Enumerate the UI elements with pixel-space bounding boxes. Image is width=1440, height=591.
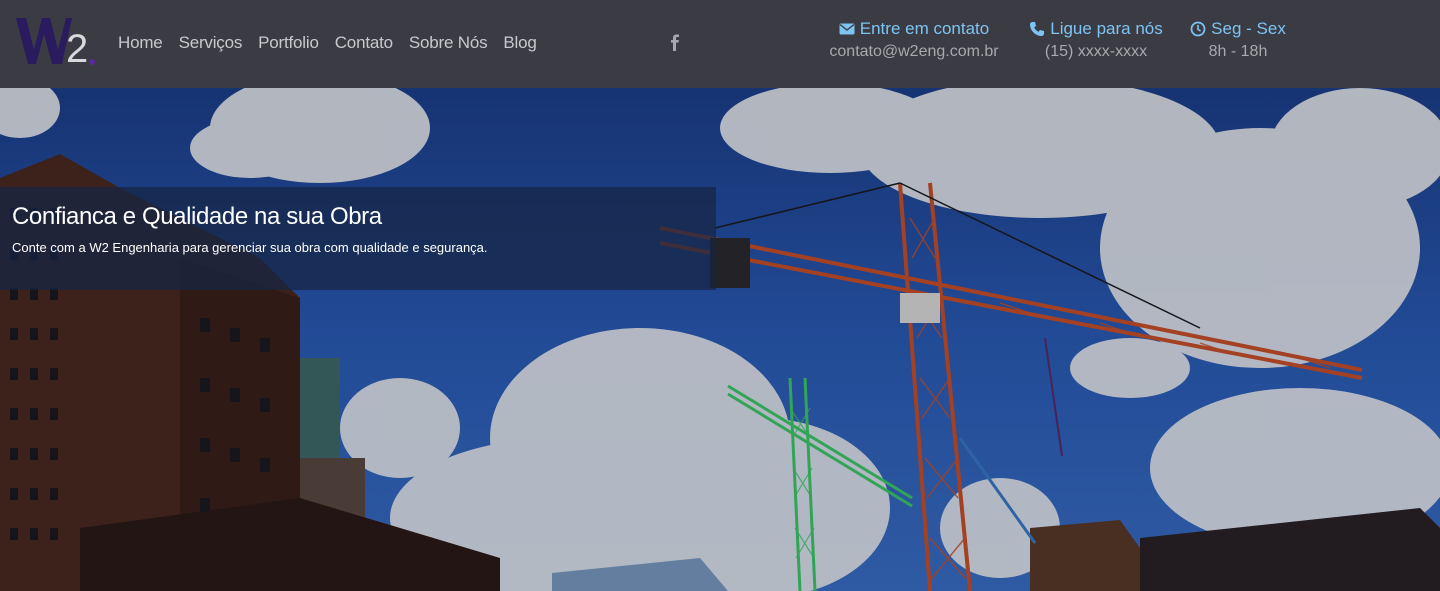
contact-hours-block: Seg - Sex 8h - 18h bbox=[1186, 18, 1290, 61]
contact-email-block: Entre em contato contato@w2eng.com.br bbox=[822, 18, 1006, 61]
svg-text:2: 2 bbox=[66, 27, 88, 68]
hero-title: Confianca e Qualidade na sua Obra bbox=[12, 203, 382, 230]
nav-servicos[interactable]: Serviços bbox=[179, 33, 243, 53]
contact-hours-title: Seg - Sex bbox=[1211, 19, 1286, 38]
hero-background-image bbox=[0, 88, 1440, 591]
contact-hours-value: 8h - 18h bbox=[1208, 43, 1268, 60]
nav-portfolio[interactable]: Portfolio bbox=[258, 33, 319, 53]
envelope-icon bbox=[839, 23, 855, 35]
phone-icon bbox=[1030, 22, 1045, 36]
contact-email-value[interactable]: contato@w2eng.com.br bbox=[822, 43, 1006, 61]
nav-sobre-nos[interactable]: Sobre Nós bbox=[409, 33, 488, 53]
contact-email-title: Entre em contato bbox=[859, 19, 990, 38]
clock-icon bbox=[1190, 21, 1206, 37]
hero-caption: Confianca e Qualidade na sua Obra Conte … bbox=[0, 187, 716, 290]
hero-banner: Confianca e Qualidade na sua Obra Conte … bbox=[0, 88, 1440, 591]
contact-phone-title: Ligue para nós bbox=[1050, 19, 1163, 38]
contact-phone-block: Ligue para nós (15) xxxx-xxxx bbox=[1026, 18, 1166, 61]
w2-logo[interactable]: 2 bbox=[14, 14, 98, 68]
nav-home[interactable]: Home bbox=[118, 33, 163, 53]
facebook-icon[interactable] bbox=[668, 34, 682, 52]
navbar: 2 Home Serviços Portfolio Contato Sobre … bbox=[0, 0, 1440, 88]
main-nav: Home Serviços Portfolio Contato Sobre Nó… bbox=[118, 33, 537, 53]
contact-phone-value[interactable]: (15) xxxx-xxxx bbox=[1026, 43, 1166, 61]
nav-contato[interactable]: Contato bbox=[335, 33, 393, 53]
nav-blog[interactable]: Blog bbox=[503, 33, 536, 53]
hero-subtitle: Conte com a W2 Engenharia para gerenciar… bbox=[12, 240, 488, 255]
